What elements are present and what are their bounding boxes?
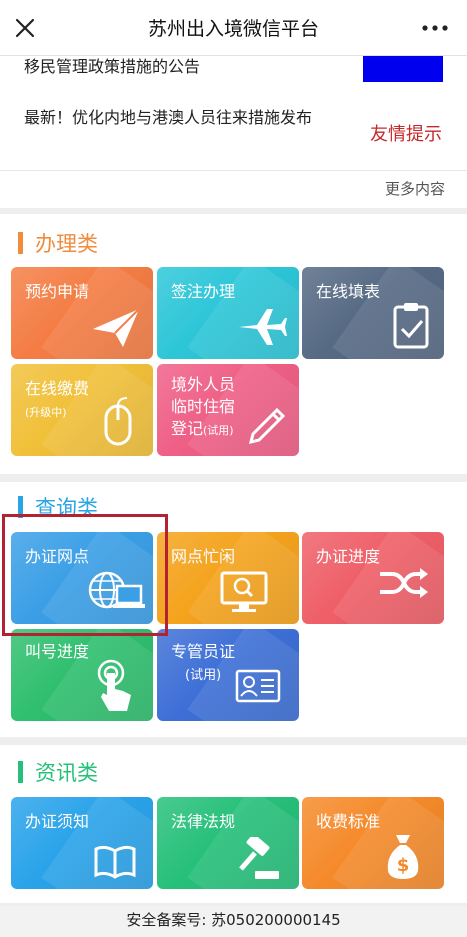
id-card-icon <box>235 669 281 703</box>
page-title: 苏州出入境微信平台 <box>147 18 319 40</box>
section-header: 资讯类 <box>18 757 98 787</box>
section-header: 办理类 <box>18 228 98 258</box>
tile-label-text: 专管员证 <box>171 642 236 661</box>
section-handle: 办理类 预约申请 签注办理 在线填表 在线缴费 (升级中) 境外人员 临时住宿 … <box>0 214 467 474</box>
divider <box>0 170 467 171</box>
svg-text:$: $ <box>397 855 410 876</box>
section-title: 资讯类 <box>35 761 98 785</box>
section-accent <box>18 761 23 783</box>
tile-label: 预约申请 <box>25 282 90 301</box>
tile-label: 网点忙闲 <box>171 547 236 566</box>
tile-label: 在线缴费 (升级中) <box>25 378 89 424</box>
monitor-search-icon <box>220 571 268 612</box>
tile-point-busy[interactable]: 网点忙闲 <box>157 532 299 624</box>
tile-officer-card[interactable]: 专管员证 (试用) <box>157 629 299 721</box>
touch-icon <box>97 659 131 711</box>
tile-sublabel: (试用) <box>185 668 222 683</box>
tile-online-form[interactable]: 在线填表 <box>302 267 444 359</box>
tile-label: 法律法规 <box>171 812 236 831</box>
more-content-link[interactable]: 更多内容 <box>385 178 445 199</box>
more-dots-icon[interactable] <box>421 18 449 38</box>
tile-label-text: 在线缴费 <box>25 379 90 398</box>
pencil-icon <box>248 407 286 445</box>
notice-tag[interactable]: 友情提示 <box>370 120 442 146</box>
section-info: 资讯类 办证须知 法律法规 收费标准 $ <box>0 745 467 903</box>
tile-label: 办证进度 <box>316 547 381 566</box>
tile-label: 签注办理 <box>171 282 236 301</box>
news-thumbnail[interactable] <box>363 56 443 82</box>
filing-number: 安全备案号: 苏050200000145 <box>0 906 467 937</box>
news-panel: 移民管理政策措施的公告 最新！优化内地与港澳人员往来措施发布 友情提示 更多内容 <box>0 56 467 208</box>
paper-plane-icon <box>93 308 140 347</box>
book-icon <box>94 845 136 879</box>
shuffle-icon <box>380 568 428 598</box>
tile-sublabel: (升级中) <box>25 406 67 419</box>
highlight-box <box>2 514 168 636</box>
section-accent <box>18 232 23 254</box>
tile-online-payment[interactable]: 在线缴费 (升级中) <box>11 364 153 456</box>
tile-application-notice[interactable]: 办证须知 <box>11 797 153 889</box>
section-title: 办理类 <box>35 232 98 256</box>
clipboard-icon <box>393 303 429 349</box>
tile-foreigner-registration[interactable]: 境外人员 临时住宿 登记(试用) <box>157 364 299 456</box>
tile-label-line: 登记 <box>171 419 204 438</box>
tile-fee-standard[interactable]: 收费标准 $ <box>302 797 444 889</box>
tile-label: 在线填表 <box>316 282 381 301</box>
mouse-icon <box>104 397 132 446</box>
tile-label-line: 境外人员 <box>171 375 236 394</box>
tile-queue-progress[interactable]: 叫号进度 <box>11 629 153 721</box>
tile-label: 叫号进度 <box>25 642 90 661</box>
tile-laws[interactable]: 法律法规 <box>157 797 299 889</box>
tile-label: 收费标准 <box>316 812 381 831</box>
tile-application-progress[interactable]: 办证进度 <box>302 532 444 624</box>
tile-label: 境外人员 临时住宿 登记(试用) <box>171 374 235 442</box>
title-bar: 苏州出入境微信平台 <box>0 0 467 56</box>
tile-label: 办证须知 <box>25 812 90 831</box>
close-icon[interactable] <box>14 17 36 39</box>
tile-label: 专管员证 (试用) <box>171 641 235 687</box>
tile-appointment[interactable]: 预约申请 <box>11 267 153 359</box>
airplane-icon <box>239 309 287 345</box>
money-bag-icon: $ <box>387 835 419 879</box>
tile-endorsement[interactable]: 签注办理 <box>157 267 299 359</box>
news-item[interactable]: 最新！优化内地与港澳人员往来措施发布 <box>24 104 312 128</box>
tile-label-line: 临时住宿 <box>171 397 236 416</box>
gavel-icon <box>239 837 279 879</box>
news-item[interactable]: 移民管理政策措施的公告 <box>24 56 200 78</box>
tile-sublabel: (试用) <box>203 424 234 437</box>
